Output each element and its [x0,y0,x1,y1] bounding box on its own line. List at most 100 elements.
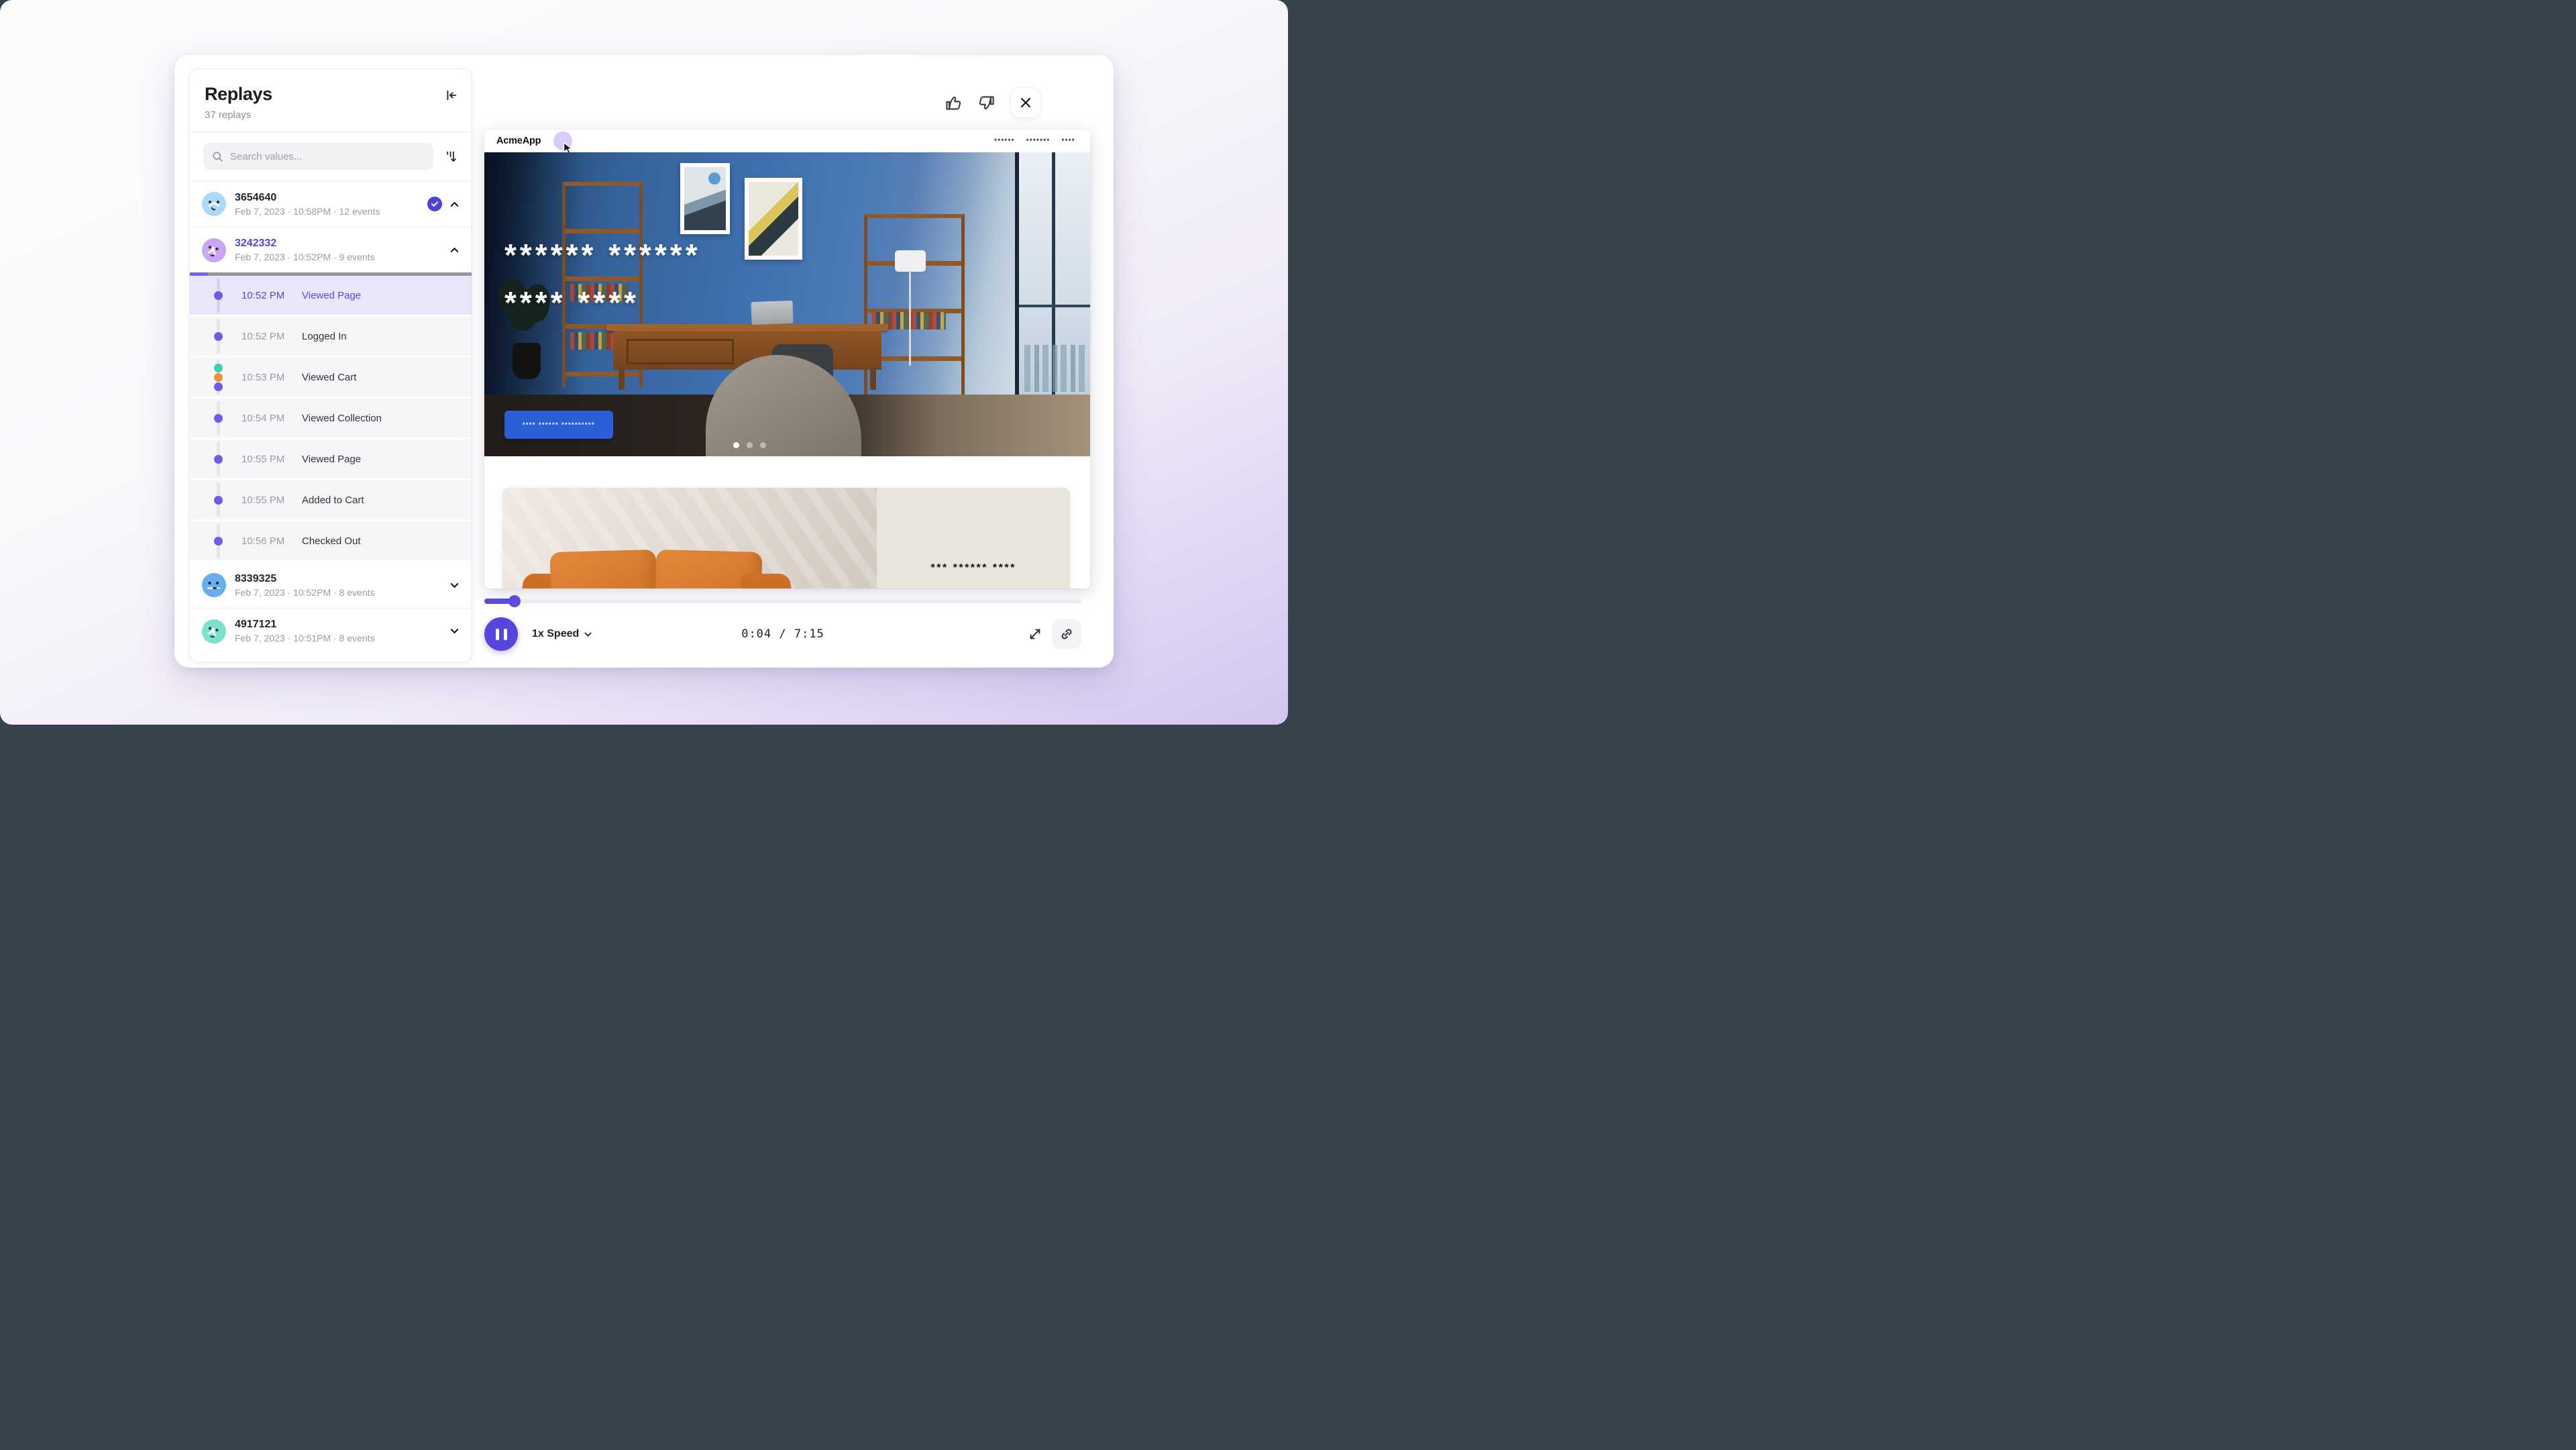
playback-progress-handle[interactable] [508,595,521,607]
window-bar [1019,305,1090,307]
session-avatar [202,238,226,262]
event-dot [214,496,223,505]
event-label: Viewed Page [302,454,361,465]
session-texts: 8339325 Feb 7, 2023 · 10:52PM · 8 events [235,573,375,598]
session-avatar [202,619,226,643]
session-texts: 3654640 Feb 7, 2023 · 10:58PM · 12 event… [235,192,380,217]
player-right-actions [1028,619,1081,649]
carousel-dot [760,442,766,448]
thumbs-up-button[interactable] [945,94,963,112]
desk-leg [619,368,625,390]
event-row[interactable]: 10:55 PM Added to Cart [190,480,472,519]
chevron-up-icon [449,245,460,255]
event-row[interactable]: 10:54 PM Viewed Collection [190,399,472,437]
session-row-actions [449,245,460,255]
event-time: 10:52 PM [241,331,302,342]
plant-pot [513,343,541,379]
event-dot-purple [214,382,223,391]
event-time: 10:53 PM [241,372,302,383]
session-row-3654640[interactable]: 3654640 Feb 7, 2023 · 10:58PM · 12 event… [190,181,472,227]
event-dot [214,332,223,341]
recorded-hero-image: ****** ****** **** **** **** ****** ****… [484,152,1090,456]
event-time: 10:54 PM [241,413,302,424]
watched-badge [427,197,442,211]
session-row-3242332[interactable]: 3242332 Feb 7, 2023 · 10:52PM · 9 events [190,227,472,272]
pause-button[interactable] [484,617,518,651]
search-row [190,132,472,180]
recorded-hero-headline-masked: ****** ****** **** **** [504,231,701,327]
collapse-panel-icon [443,88,458,103]
session-meta: Feb 7, 2023 · 10:51PM · 8 events [235,633,375,643]
desk-leg [870,368,876,390]
sort-descending-icon [444,150,458,164]
recorded-nav-item-masked: ******* [1026,138,1051,144]
hero-headline-line1: ****** ****** [504,231,701,279]
session-meta: Feb 7, 2023 · 10:52PM · 9 events [235,252,375,262]
replay-modal-window: Replays 37 replays [174,55,1114,668]
event-label: Added to Cart [302,495,364,506]
laptop [751,301,793,325]
event-dot [214,291,223,300]
search-input[interactable] [230,151,425,162]
speed-label: 1x Speed [532,628,579,640]
session-avatar [202,192,226,216]
session-id: 8339325 [235,573,375,585]
sofa [523,551,791,588]
event-row[interactable]: 10:52 PM Viewed Page [190,276,472,315]
event-time: 10:52 PM [241,290,302,301]
session-avatar [202,573,226,597]
thumbs-down-button[interactable] [977,94,996,112]
recorded-nav-item-masked: ****** [994,138,1015,144]
event-row[interactable]: 10:56 PM Checked Out [190,521,472,560]
hero-headline-line2: **** **** [504,279,701,327]
session-meta: Feb 7, 2023 · 10:52PM · 8 events [235,587,375,598]
event-dot-orange [214,373,223,382]
sofa-cushion [550,550,658,588]
pause-icon [496,629,499,640]
close-icon [1020,97,1032,109]
search-box [203,143,433,170]
event-time: 10:56 PM [241,535,302,547]
expand-button[interactable] [1028,627,1042,641]
close-button[interactable] [1010,87,1041,118]
product-text-panel: *** ****** **** [877,488,1070,588]
thumbs-up-icon [945,94,963,112]
event-time: 10:55 PM [241,495,302,506]
session-row-8339325[interactable]: 8339325 Feb 7, 2023 · 10:52PM · 8 events [190,562,472,608]
event-dot [214,537,223,546]
chevron-up-icon [449,199,460,209]
speed-selector[interactable]: 1x Speed [532,628,592,640]
recorded-nav-item-masked: **** [1062,138,1075,144]
chevron-down-icon [449,580,460,590]
session-texts: 4917121 Feb 7, 2023 · 10:51PM · 8 events [235,619,375,643]
share-link-button[interactable] [1052,619,1081,649]
session-row-4917121[interactable]: 4917121 Feb 7, 2023 · 10:51PM · 8 events [190,608,472,654]
collapse-panel-button[interactable] [443,88,458,103]
recorded-cta-button-masked: **** ****** ********** [504,411,613,439]
feedback-actions [945,87,1041,118]
desk-drawer [627,339,734,364]
sort-button[interactable] [444,150,458,164]
session-row-actions [449,580,460,590]
replays-sidebar: Replays 37 replays [189,68,472,663]
expand-icon [1028,627,1042,641]
recorded-product-card: *** ****** **** [502,488,1070,588]
event-row[interactable]: 10:53 PM Viewed Cart [190,358,472,397]
search-icon [212,151,223,162]
link-icon [1059,627,1074,641]
recorded-product-text-masked: *** ****** **** [931,562,1016,574]
event-row[interactable]: 10:55 PM Viewed Page [190,439,472,478]
replay-viewer: AcmeApp ****** ******* **** [484,130,1090,588]
sofa-photo [502,488,877,588]
event-row[interactable]: 10:52 PM Logged In [190,317,472,356]
event-dot-teal [214,364,223,372]
panel-title: Replays [205,84,458,105]
event-time: 10:55 PM [241,454,302,465]
sofa-arm [739,574,804,588]
playback-progress-bar[interactable] [484,599,1081,603]
recorded-site-logo: AcmeApp [496,136,541,146]
session-texts: 3242332 Feb 7, 2023 · 10:52PM · 9 events [235,238,375,262]
carousel-dot [747,442,753,448]
wall-art [745,178,802,260]
carousel-dot-active [733,442,739,448]
